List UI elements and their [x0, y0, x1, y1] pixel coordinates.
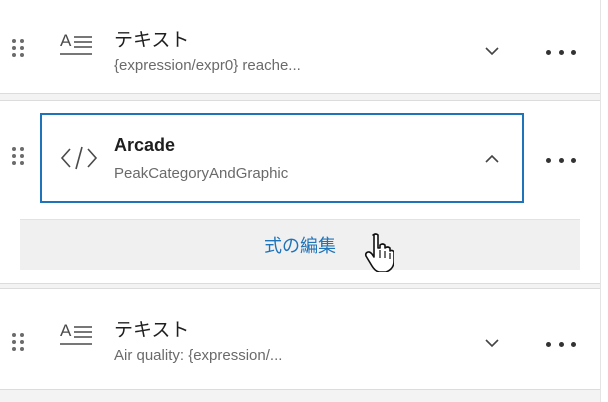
drag-handle-icon[interactable]	[12, 147, 24, 165]
text-align-icon: A	[60, 321, 94, 353]
chevron-down-icon[interactable]	[482, 333, 502, 353]
svg-text:A: A	[60, 31, 72, 50]
code-icon	[60, 145, 98, 175]
hand-pointer-cursor-icon	[364, 232, 395, 273]
item-subtitle: Air quality: {expression/...	[114, 347, 283, 364]
chevron-down-icon[interactable]	[482, 41, 502, 61]
item-subtitle: PeakCategoryAndGraphic	[114, 165, 289, 182]
more-options-icon[interactable]	[546, 155, 576, 165]
popup-content-panel: A テキスト {expression/expr0} reache... Arca…	[0, 0, 600, 402]
item-subtitle: {expression/expr0} reache...	[114, 57, 301, 74]
item-title: テキスト	[114, 320, 190, 341]
item-title: Arcade	[114, 135, 176, 155]
drag-handle-icon[interactable]	[12, 333, 24, 351]
more-options-icon[interactable]	[546, 47, 576, 57]
chevron-up-icon[interactable]	[482, 149, 502, 169]
arcade-element-header[interactable]: Arcade PeakCategoryAndGraphic	[40, 113, 524, 203]
edit-expression-label: 式の編集	[264, 236, 336, 256]
content-element-card-selected: Arcade PeakCategoryAndGraphic 式の編集	[0, 100, 600, 284]
item-title: テキスト	[114, 30, 190, 51]
drag-handle-icon[interactable]	[12, 39, 24, 57]
edit-expression-button[interactable]: 式の編集	[20, 219, 580, 270]
content-element-card: A テキスト {expression/expr0} reache...	[0, 0, 600, 94]
more-options-icon[interactable]	[546, 339, 576, 349]
svg-text:A: A	[60, 321, 72, 340]
content-element-card: A テキスト Air quality: {expression/...	[0, 288, 600, 390]
panel-edge	[600, 0, 608, 402]
text-align-icon: A	[60, 31, 94, 63]
